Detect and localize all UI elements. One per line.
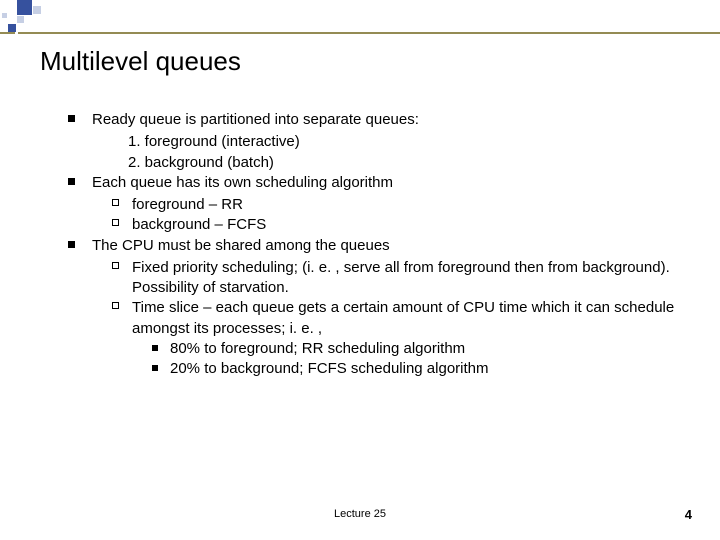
sub-bullet-item: background – FCFS [112,215,690,235]
small-square-bullet-icon [152,365,158,371]
square-bullet-icon [68,178,75,185]
square-bullet-icon [68,115,75,122]
sub-sub-bullet-item: 20% to background; FCFS scheduling algor… [152,359,690,379]
sub-sub-bullet-text: 20% to background; FCFS scheduling algor… [170,359,690,379]
footer-lecture-label: Lecture 25 [0,508,720,520]
sub-sub-bullet-item: 80% to foreground; RR scheduling algorit… [152,339,690,359]
sub-bullet-item: foreground – RR [112,195,690,215]
slide-body: Ready queue is partitioned into separate… [70,110,690,379]
bullet-item: Ready queue is partitioned into separate… [70,110,690,130]
numbered-line: 1. foreground (interactive) [128,132,690,152]
open-square-bullet-icon [112,262,119,269]
numbered-line: 2. background (batch) [128,153,690,173]
sub-bullet-item: Fixed priority scheduling; (i. e. , serv… [112,258,690,299]
sub-bullet-item: Time slice – each queue gets a certain a… [112,298,690,339]
slide-title: Multilevel queues [40,46,241,77]
bullet-item: The CPU must be shared among the queues [70,236,690,256]
sub-bullet-text: foreground – RR [132,195,690,215]
sub-bullet-text: Fixed priority scheduling; (i. e. , serv… [132,258,690,299]
small-square-bullet-icon [152,345,158,351]
square-bullet-icon [68,241,75,248]
bullet-text: Ready queue is partitioned into separate… [92,110,690,130]
open-square-bullet-icon [112,302,119,309]
bullet-text: Each queue has its own scheduling algori… [92,173,690,193]
bullet-text: The CPU must be shared among the queues [92,236,690,256]
sub-sub-bullet-text: 80% to foreground; RR scheduling algorit… [170,339,690,359]
footer-page-number: 4 [685,507,692,522]
open-square-bullet-icon [112,219,119,226]
sub-bullet-text: background – FCFS [132,215,690,235]
open-square-bullet-icon [112,199,119,206]
sub-bullet-text: Time slice – each queue gets a certain a… [132,298,690,339]
bullet-item: Each queue has its own scheduling algori… [70,173,690,193]
